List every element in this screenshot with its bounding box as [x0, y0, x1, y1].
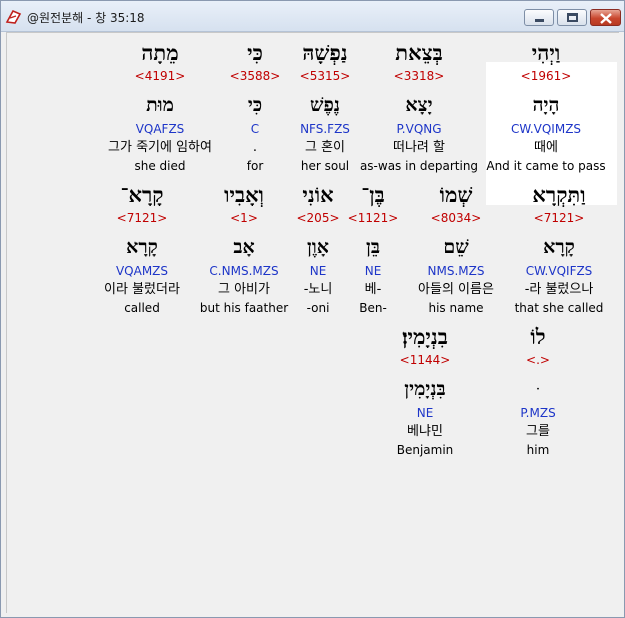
word-3-lex: נֶפֶשׁ [310, 94, 340, 116]
word-5-english: she died [134, 159, 186, 173]
word-13-strong[interactable]: <1144> [400, 353, 451, 367]
word-12-korean: 그를 [526, 424, 550, 439]
word-11-morph: VQAMZS [115, 264, 169, 278]
word-11-hebrew[interactable]: קָרָא־ [120, 183, 163, 207]
word-11-strong[interactable]: <7121> [117, 211, 168, 225]
word-8-morph: NE [364, 264, 382, 278]
word-7-strong[interactable]: <8034> [431, 211, 482, 225]
close-button[interactable] [590, 9, 621, 26]
word-8-strong[interactable]: <1121> [348, 211, 399, 225]
window-title: @원전분해 - 창 35:18 [27, 11, 145, 25]
minimize-button[interactable] [524, 9, 554, 26]
word-6-hebrew[interactable]: וַתִּקְרָא [532, 183, 585, 207]
word-8-korean: 베- [364, 282, 382, 297]
app-window: @원전분해 - 창 35:18 וַיְהִי <1961> הָיָה CW.VQI… [0, 0, 625, 618]
word-13-lex: בִּנְיָמִין [404, 378, 446, 400]
word-10-hebrew[interactable]: וְאָבִיו [224, 183, 264, 207]
word-9-korean: -노니 [303, 282, 333, 297]
word-5-korean: 그가 죽기에 임하여 [108, 140, 212, 155]
word-3-strong[interactable]: <5315> [300, 69, 351, 83]
word-2-morph: P.VQNG [396, 122, 442, 136]
word-7-lex: שֵׁם [443, 236, 469, 258]
word-8-hebrew[interactable]: בֶּן־ [361, 183, 385, 207]
word-13-korean: 베냐민 [407, 424, 443, 439]
maximize-button[interactable] [557, 9, 587, 26]
word-2-lex: יָצָא [405, 94, 433, 116]
word-5-lex: מוּת [146, 94, 174, 116]
word-2-hebrew[interactable]: בְּצֵאת [395, 41, 442, 65]
word-10-lex: אָב [233, 236, 255, 258]
word-1-hebrew[interactable]: וַיְהִי [532, 41, 560, 65]
word-1-korean: 때에 [534, 140, 558, 155]
word-2-strong[interactable]: <3318> [394, 69, 445, 83]
word-1-lex: הָיָה [532, 94, 560, 116]
app-icon [5, 8, 22, 25]
word-1-strong[interactable]: <1961> [521, 69, 572, 83]
word-8-english: Ben- [359, 301, 387, 315]
verse-analysis-panel: וַיְהִי <1961> הָיָה CW.VQIMZS 때에 And it came… [6, 32, 619, 613]
word-6-morph: CW.VQIFZS [525, 264, 593, 278]
word-9-strong[interactable]: <205> [296, 211, 339, 225]
word-4-korean: . [252, 140, 258, 155]
word-9-english: -oni [306, 301, 330, 315]
word-12-english: him [526, 443, 550, 457]
word-3-hebrew[interactable]: נַפְשָׁהּ [302, 41, 347, 65]
word-7-morph: NMS.MZS [427, 264, 485, 278]
minimize-icon [535, 19, 544, 22]
close-icon [600, 13, 612, 24]
word-5-strong[interactable]: <4191> [135, 69, 186, 83]
word-3-english: her soul [300, 159, 350, 173]
word-3-morph: NFS.FZS [300, 122, 350, 136]
word-1-morph: CW.VQIMZS [510, 122, 582, 136]
word-4-strong[interactable]: <3588> [230, 69, 281, 83]
word-11-korean: 이라 불렀더라 [104, 282, 180, 297]
word-1-english: And it came to pass [486, 159, 606, 173]
word-9-morph: NE [309, 264, 327, 278]
word-2-korean: 떠나려 할 [393, 140, 445, 155]
word-12-hebrew[interactable]: לוֹ [530, 325, 545, 349]
word-5-morph: VQAFZS [135, 122, 185, 136]
word-13-english: Benjamin [396, 443, 454, 457]
word-13-morph: NE [416, 406, 434, 420]
word-7-english: his name [428, 301, 484, 315]
word-12-morph: P.MZS [520, 406, 556, 420]
word-10-english: but his faather [199, 301, 289, 315]
word-6-korean: -라 불렀으나 [524, 282, 594, 297]
word-10-korean: 그 아비가 [218, 282, 270, 297]
maximize-icon [567, 13, 578, 22]
title-bar[interactable]: @원전분해 - 창 35:18 [1, 1, 624, 32]
word-4-english: for [246, 159, 264, 173]
word-7-korean: 아들의 이름은 [418, 282, 494, 297]
word-11-english: called [124, 301, 160, 315]
word-3-korean: 그 혼이 [304, 140, 346, 155]
word-9-hebrew[interactable]: אוֹנִי [302, 183, 333, 207]
word-6-strong[interactable]: <7121> [534, 211, 585, 225]
word-8-lex: בֵּן [366, 236, 380, 258]
word-4-morph: C [250, 122, 260, 136]
word-10-strong[interactable]: <1> [230, 211, 258, 225]
word-6-english: that she called [514, 301, 604, 315]
word-10-morph: C.NMS.MZS [209, 264, 279, 278]
word-6-lex: קָרָא [543, 236, 575, 258]
word-2-english: as-was in departing [359, 159, 479, 173]
word-13-hebrew[interactable]: בִנְיָמִין׃ [402, 325, 448, 349]
word-12-strong[interactable]: <.> [526, 353, 550, 367]
word-4-hebrew[interactable]: כִּי [247, 41, 263, 65]
word-4-lex: כִּי [247, 94, 263, 116]
word-9-lex: אָוֶן [307, 236, 329, 258]
word-7-hebrew[interactable]: שְׁמוֹ [440, 183, 473, 207]
word-11-lex: קָרָא [126, 236, 158, 258]
word-5-hebrew[interactable]: מֵתָה [141, 41, 178, 65]
